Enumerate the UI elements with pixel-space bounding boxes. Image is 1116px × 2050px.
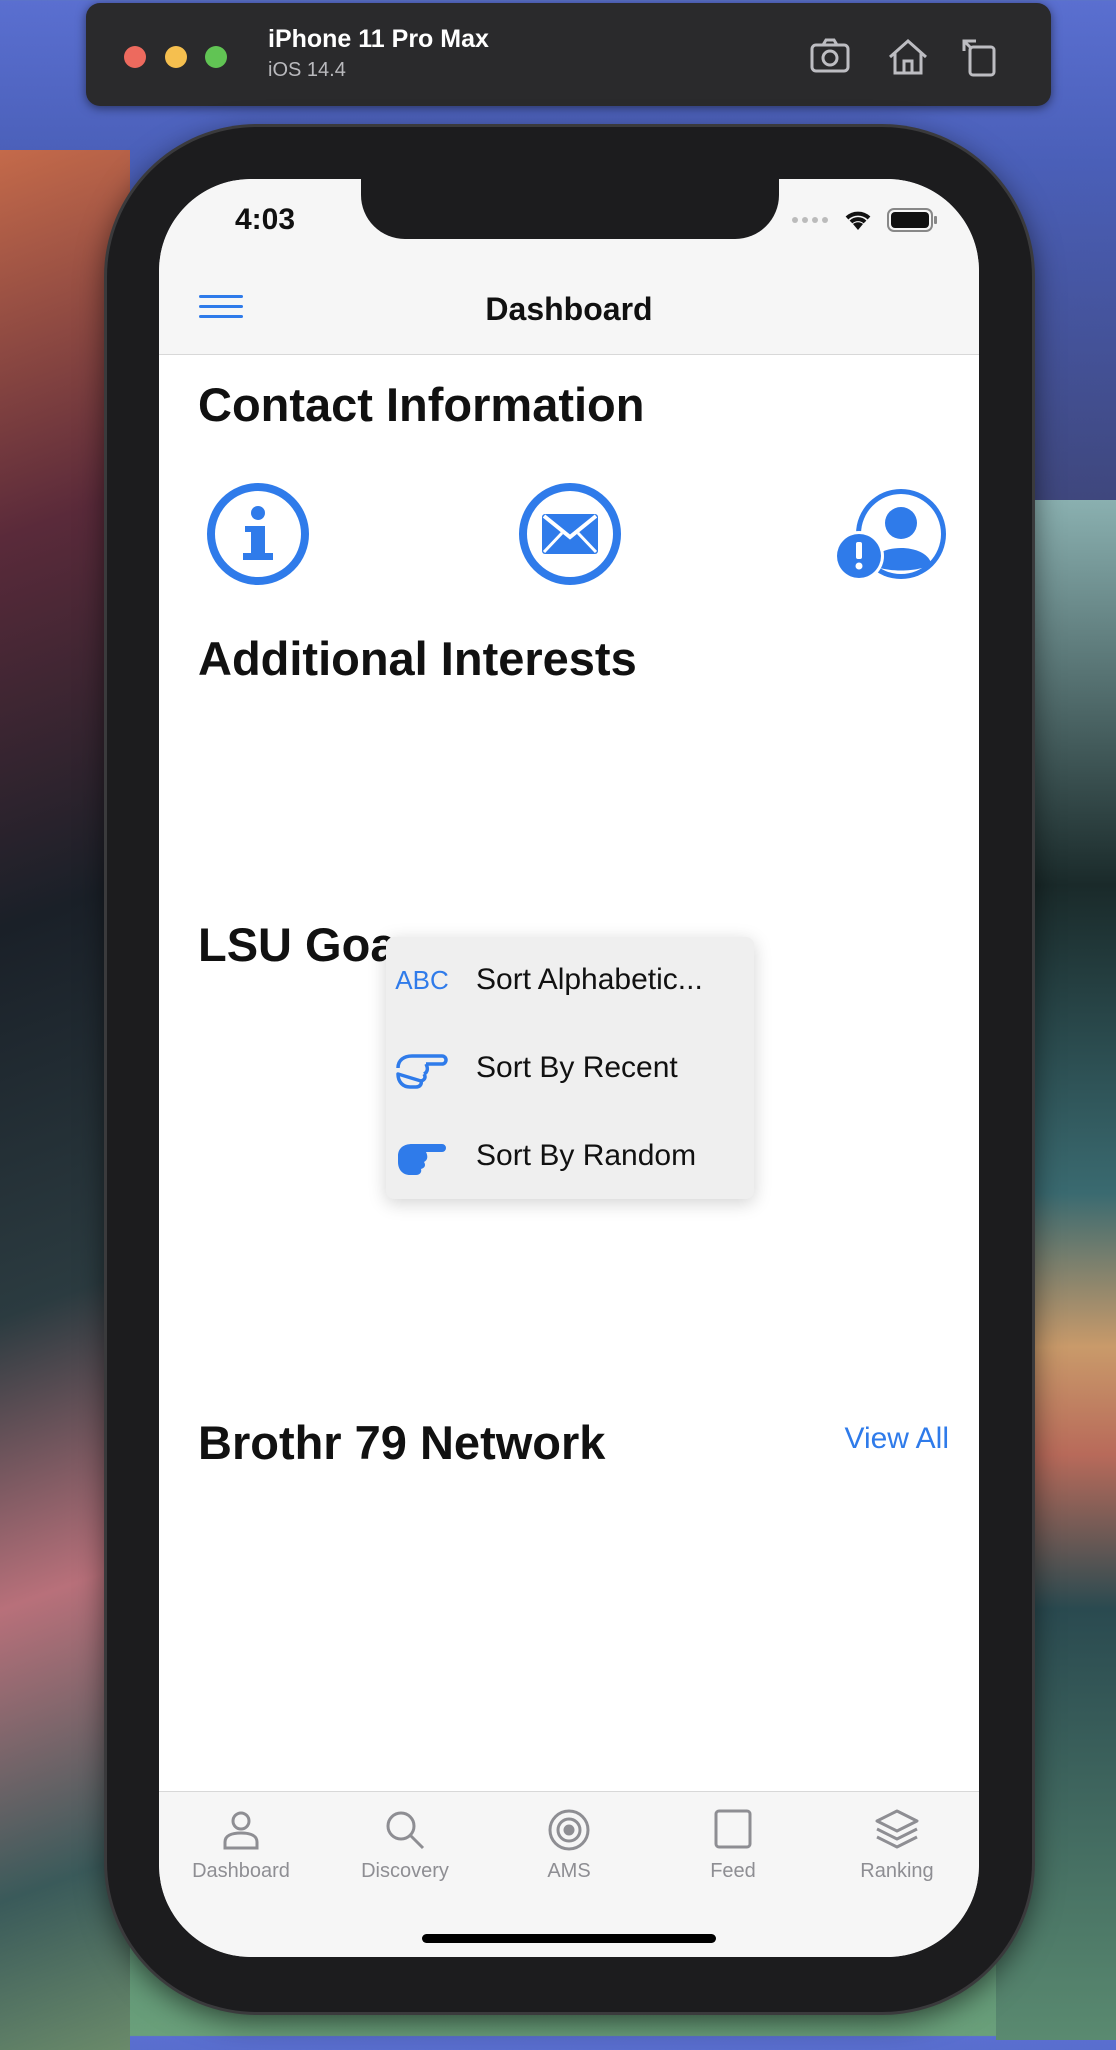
info-circle-icon[interactable] — [205, 481, 311, 587]
user-alert-icon[interactable] — [833, 481, 953, 587]
rotate-icon[interactable] — [956, 33, 1004, 81]
tab-ams[interactable]: AMS — [487, 1806, 651, 1883]
hand-point-right-solid-icon — [394, 1134, 450, 1178]
target-icon — [548, 1809, 590, 1851]
person-icon — [223, 1811, 259, 1850]
tab-discovery-label: Discovery — [361, 1860, 449, 1882]
device-name: iPhone 11 Pro Max — [268, 25, 489, 53]
os-version: iOS 14.4 — [268, 59, 346, 81]
tab-ranking-label: Ranking — [860, 1860, 934, 1882]
layers-icon — [875, 1809, 919, 1849]
sort-recent-label: Sort By Recent — [476, 1051, 678, 1084]
navigation-bar: 4:03 Dashboard — [159, 179, 979, 355]
hand-point-right-outline-icon — [394, 1046, 450, 1090]
tab-bar: Dashboard Discovery AMS Feed Ranking — [159, 1791, 979, 1957]
sort-popup-menu: ABC Sort Alphabetic... Sort By Recent So… — [386, 937, 754, 1199]
notch — [361, 179, 779, 239]
home-icon[interactable] — [884, 33, 932, 81]
contact-section-title: Contact Information — [198, 378, 645, 431]
tab-feed-label: Feed — [710, 1860, 756, 1882]
sort-alphabetic-label: Sort Alphabetic... — [476, 963, 703, 996]
close-window-button[interactable] — [124, 46, 146, 68]
battery-icon — [887, 208, 937, 232]
status-time: 4:03 — [235, 203, 296, 236]
sort-alphabetic-item[interactable]: ABC Sort Alphabetic... — [386, 937, 754, 1023]
view-all-link[interactable]: View All — [844, 1422, 949, 1456]
status-icons — [791, 207, 939, 233]
tab-discovery[interactable]: Discovery — [323, 1806, 487, 1883]
tab-dashboard[interactable]: Dashboard — [159, 1806, 323, 1883]
tab-dashboard-label: Dashboard — [192, 1860, 290, 1882]
home-indicator[interactable] — [422, 1934, 716, 1943]
sort-random-label: Sort By Random — [476, 1139, 697, 1172]
page-title: Dashboard — [485, 291, 653, 327]
app-screen: 4:03 Dashboard Contact Information Addit… — [159, 179, 979, 1957]
tab-ams-label: AMS — [547, 1860, 591, 1882]
zoom-window-button[interactable] — [205, 46, 227, 68]
search-icon — [386, 1811, 425, 1850]
square-icon — [714, 1809, 752, 1849]
interests-section-title: Additional Interests — [198, 632, 637, 685]
wifi-icon — [845, 211, 871, 230]
minimize-window-button[interactable] — [165, 46, 187, 68]
goals-section-title: LSU Goa — [198, 918, 397, 971]
sort-recent-item[interactable]: Sort By Recent — [386, 1025, 754, 1111]
tab-feed[interactable]: Feed — [651, 1806, 815, 1883]
sort-random-item[interactable]: Sort By Random — [386, 1113, 754, 1199]
tab-ranking[interactable]: Ranking — [815, 1806, 979, 1883]
network-section-title: Brothr 79 Network — [198, 1416, 606, 1469]
simulator-title-bar: iPhone 11 Pro Max iOS 14.4 — [86, 3, 1051, 106]
screenshot-icon[interactable] — [806, 33, 854, 81]
abc-icon: ABC — [395, 964, 449, 995]
cellular-signal-icon — [792, 217, 828, 223]
envelope-circle-icon[interactable] — [517, 481, 623, 587]
